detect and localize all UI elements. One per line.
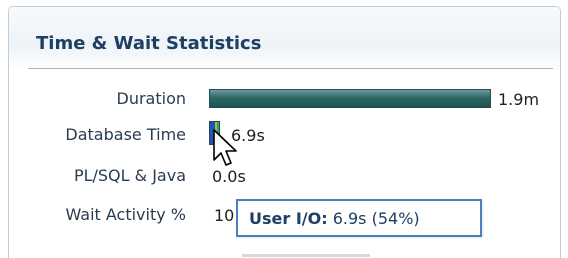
database-time-label: Database Time [65,125,186,144]
mouse-pointer-icon [213,129,237,166]
duration-bar[interactable] [209,89,491,108]
partial-bar-bottom [242,254,370,257]
header-divider [28,68,553,69]
wait-activity-value: 10 [214,206,235,225]
duration-value: 1.9m [498,90,540,109]
tooltip-value: 6.9s (54%) [332,209,420,228]
tooltip-label: User I/O: [249,209,328,228]
plsql-java-label: PL/SQL & Java [73,166,186,185]
duration-label: Duration [116,89,187,108]
user-io-tooltip: User I/O: 6.9s (54%) [236,199,482,237]
panel-title: Time & Wait Statistics [36,33,262,54]
wait-activity-label: Wait Activity % [65,205,186,224]
